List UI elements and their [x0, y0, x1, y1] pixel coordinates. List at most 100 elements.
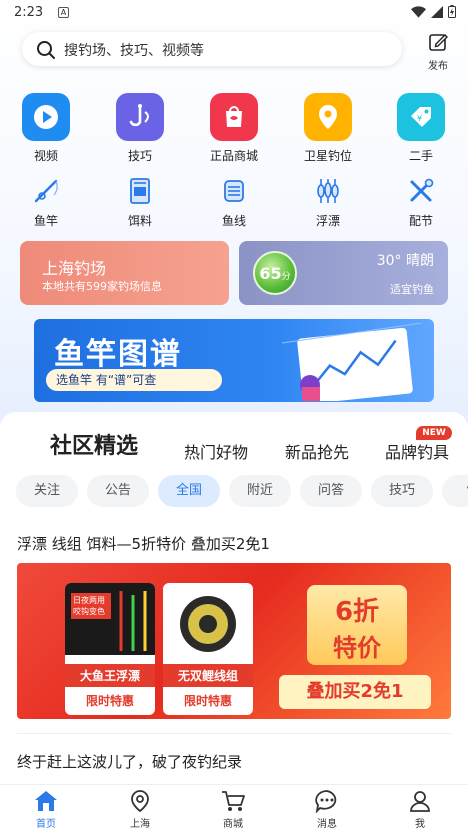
nav-label: 商城: [223, 819, 243, 830]
grid-item-mall[interactable]: 正品商城: [199, 93, 269, 164]
product-name: 无双鲤线组: [163, 664, 253, 687]
system-icons: [411, 5, 456, 18]
cart-icon: [222, 791, 245, 811]
nav-label: 消息: [317, 819, 337, 830]
chip-nearby[interactable]: 附近: [229, 475, 291, 507]
status-bar: 2:23 A: [0, 0, 468, 26]
grid-label: 配节: [408, 214, 433, 228]
publish-button[interactable]: 发布: [420, 32, 456, 72]
community-tabs: 社区精选 热门好物 新品抢先 品牌钓具: [0, 428, 468, 468]
search-placeholder: 搜钓场、技巧、视频等: [64, 43, 204, 59]
grid-item-float[interactable]: 浮漂: [293, 176, 363, 229]
chip-tips[interactable]: 技巧: [371, 475, 433, 507]
rod-catalog-banner[interactable]: 鱼竿图谱 选鱼竿 有“谱”可查: [34, 319, 434, 402]
search-bar[interactable]: 搜钓场、技巧、视频等: [22, 32, 402, 66]
nav-home[interactable]: 首页: [16, 789, 76, 830]
nav-label: 首页: [36, 819, 56, 830]
grid-label: 浮漂: [315, 214, 340, 228]
nav-me[interactable]: 我: [390, 789, 450, 830]
banner-subtitle: 选鱼竿 有“谱”可查: [46, 369, 222, 391]
fishing-score: 65: [259, 263, 282, 283]
grid-label: 鱼线: [221, 214, 246, 228]
status-time: 2:23: [14, 5, 44, 20]
tab-new-arrivals[interactable]: 新品抢先: [285, 439, 349, 463]
nav-label: 上海: [130, 819, 150, 830]
chip-follow[interactable]: 关注: [16, 475, 78, 507]
bundle-offer: 叠加买2免1: [279, 675, 431, 709]
fishing-line-spool-icon: [219, 176, 249, 206]
edit-icon: [429, 34, 448, 51]
nav-label: 我: [415, 819, 425, 830]
grid-item-accessories[interactable]: 配节: [386, 176, 456, 229]
score-unit: 分: [281, 271, 291, 282]
location-pin-icon: [304, 93, 352, 141]
tab-brand-gear[interactable]: 品牌钓具: [385, 439, 449, 463]
divider: [17, 733, 451, 734]
weather-card[interactable]: 65 分 30° 晴朗 适宜钓鱼: [239, 241, 448, 305]
grid-label: 正品商城: [209, 149, 258, 163]
discount-value: 6折: [334, 597, 380, 627]
weather-text: 30° 晴朗: [376, 253, 434, 269]
grid-item-tips[interactable]: 技巧: [105, 93, 175, 164]
line-spool-icon: [180, 596, 236, 652]
tab-hot-items[interactable]: 热门好物: [184, 439, 248, 463]
chip-bait[interactable]: 饵: [442, 475, 468, 507]
fish-hook-icon: [116, 93, 164, 141]
shopping-bag-icon: [210, 93, 258, 141]
chip-announcement[interactable]: 公告: [87, 475, 149, 507]
chart-illustration-icon: [282, 323, 423, 401]
product-name: 大鱼王浮漂: [65, 664, 155, 687]
bait-bag-icon: [125, 176, 155, 206]
discount-sub: 特价: [333, 634, 381, 662]
grid-label: 饵料: [127, 214, 152, 228]
product-tag: 限时特惠: [85, 694, 134, 708]
discount-badge: 6折 特价: [307, 585, 407, 665]
wifi-icon: [411, 5, 426, 18]
notification-a-icon: A: [58, 7, 69, 18]
float-product-card: 日夜两用 咬钩变色 大鱼王浮漂 限时特惠: [65, 583, 155, 715]
price-tag-icon: ¥: [397, 93, 445, 141]
grid-item-satellite-spot[interactable]: 卫星钓位: [293, 93, 363, 164]
float-sticks-icon: [119, 591, 147, 651]
grid-item-rod[interactable]: 鱼竿: [11, 176, 81, 229]
float-product-photo: 日夜两用 咬钩变色: [65, 583, 155, 655]
signal-icon: [431, 5, 443, 18]
grid-label: 视频: [33, 149, 58, 163]
chip-qa[interactable]: 问答: [300, 475, 362, 507]
grid-item-bait[interactable]: 饵料: [105, 176, 175, 229]
location-subtitle: 本地共有599家钓场信息: [42, 280, 162, 293]
grid-label: 二手: [408, 149, 433, 163]
product-tag: 限时特惠: [183, 694, 232, 708]
float-icon: [313, 176, 343, 206]
grid-item-line[interactable]: 鱼线: [199, 176, 269, 229]
location-icon: [131, 790, 149, 813]
local-fishing-spots-card[interactable]: 上海钓场 本地共有599家钓场信息: [20, 241, 229, 305]
nav-shanghai[interactable]: 上海: [110, 789, 170, 830]
post-title[interactable]: 终于赶上这波儿了，破了夜钓纪录: [17, 751, 242, 772]
user-icon: [410, 791, 430, 812]
line-product-card: 无双鲤线组 限时特惠: [163, 583, 253, 715]
grid-item-secondhand[interactable]: ¥ 二手: [386, 93, 456, 164]
nav-messages[interactable]: 消息: [297, 789, 357, 830]
grid-label: 鱼竿: [33, 214, 58, 228]
post-title[interactable]: 浮漂 线组 饵料—5折特价 叠加买2免1: [17, 533, 270, 554]
publish-label: 发布: [428, 61, 448, 72]
grid-label: 卫星钓位: [303, 149, 352, 163]
wrench-screwdriver-icon: [406, 176, 436, 206]
svg-text:¥: ¥: [417, 114, 422, 123]
home-icon: [35, 791, 57, 811]
fishing-suitability: 适宜钓鱼: [390, 283, 434, 296]
search-icon: [37, 41, 55, 59]
location-title: 上海钓场: [42, 259, 107, 278]
fishing-score-badge: 65 分: [253, 251, 297, 295]
bottom-nav: 首页 上海 商城 消息 我: [0, 784, 468, 832]
chip-nationwide[interactable]: 全国: [158, 475, 220, 507]
post-promo-image[interactable]: 日夜两用 咬钩变色 大鱼王浮漂 限时特惠 无双鲤线组 限时特惠 6折 特价 叠加…: [17, 563, 451, 719]
nav-mall[interactable]: 商城: [203, 789, 263, 830]
chat-bubble-icon: [315, 790, 337, 813]
new-badge: NEW: [416, 426, 452, 440]
fishing-rod-icon: [31, 176, 61, 206]
battery-icon: [448, 5, 456, 18]
grid-item-video[interactable]: 视频: [11, 93, 81, 164]
tab-community-picks[interactable]: 社区精选: [50, 428, 138, 460]
